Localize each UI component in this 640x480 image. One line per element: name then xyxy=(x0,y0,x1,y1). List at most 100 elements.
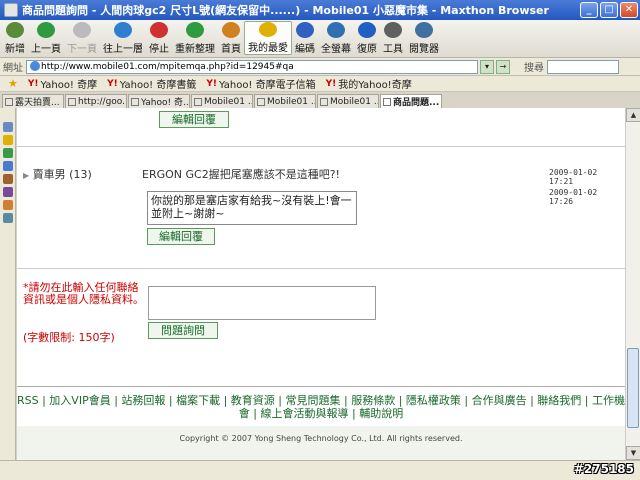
post-question: ERGON GC2握把尾塞應該不是這種吧?! xyxy=(142,168,340,181)
char-limit-text: (字數限制: 150字) xyxy=(23,331,115,344)
reply-text: 你說的那是塞店家有給我~沒有裝上!會一並附上~謝謝~ xyxy=(147,191,357,225)
title-bar: 商品問題詢問 - 人間肉球gc2 尺寸L號(網友保留中......) - Mob… xyxy=(0,0,640,20)
toolbar-button-3[interactable]: 往上一層 xyxy=(100,21,146,55)
scroll-thumb[interactable] xyxy=(627,348,639,428)
post-user: ▶ 賣車男 (13) xyxy=(23,168,92,181)
rss-icon[interactable] xyxy=(2,161,13,171)
close-button[interactable]: ✕ xyxy=(620,2,638,18)
toolbar-button-2[interactable]: 下一頁 xyxy=(64,21,100,55)
favorite-label: 我的Yahoo!奇摩 xyxy=(338,80,412,91)
bullet-icon: ▶ xyxy=(23,171,30,180)
vertical-scrollbar[interactable]: ▲ ▼ xyxy=(625,108,640,460)
browser-tab-3[interactable]: Mobile01 ... xyxy=(191,94,253,108)
question-date: 2009-01-02 17:21 xyxy=(549,168,598,186)
toolbar-button-0[interactable]: 新增 xyxy=(2,21,28,55)
privacy-notice: *請勿在此輸入任何聯絡資訊或是個人隱私資料。 xyxy=(23,281,144,306)
favorite-label: Yahoo! 奇摩電子信箱 xyxy=(219,80,316,91)
tab-icon xyxy=(5,97,13,106)
favorites-icon[interactable] xyxy=(2,135,13,145)
toolbar-button-8[interactable]: 編碼 xyxy=(292,21,318,55)
browser-tab-1[interactable]: http://goo... xyxy=(65,94,127,108)
toolbar-button-1[interactable]: 上一頁 xyxy=(28,21,64,55)
toolbar-icon xyxy=(259,22,277,37)
favorite-link-1[interactable]: Y! Yahoo! 奇摩書籤 xyxy=(107,76,197,92)
toolbar-button-6[interactable]: 首頁 xyxy=(218,21,244,55)
scroll-down-icon[interactable]: ▼ xyxy=(626,446,640,460)
address-input[interactable] xyxy=(26,59,478,74)
toolbar-label: 下一頁 xyxy=(67,44,97,55)
scroll-up-icon[interactable]: ▲ xyxy=(626,108,640,122)
plugins-icon[interactable] xyxy=(2,200,13,210)
divider xyxy=(17,268,625,269)
toolbar-button-12[interactable]: 閱覽器 xyxy=(406,21,442,55)
favorites-bar: ★ Y! Yahoo! 奇摩 Y! Yahoo! 奇摩書籤 Y! Yahoo! 奇摩電子信… xyxy=(0,76,640,92)
dropdown-icon[interactable]: ▾ xyxy=(480,59,494,74)
tab-label: Mobile01 ... xyxy=(330,96,379,107)
toolbar-label: 新增 xyxy=(5,44,25,55)
groups-icon[interactable] xyxy=(2,187,13,197)
maximize-button[interactable]: □ xyxy=(600,2,618,18)
toolbar-button-7[interactable]: 我的最愛 xyxy=(244,21,292,55)
toolbar-button-9[interactable]: 全螢幕 xyxy=(318,21,354,55)
address-bar: 網址 ▾ → 搜尋 xyxy=(0,58,640,76)
toolbar-label: 復原 xyxy=(357,44,377,55)
tab-label: Mobile01 ... xyxy=(267,96,316,107)
edit-reply-button-1[interactable]: 編輯回覆 xyxy=(159,111,229,128)
favorite-link-3[interactable]: Y! 我的Yahoo!奇摩 xyxy=(326,76,412,92)
tools-icon[interactable] xyxy=(2,213,13,223)
favorite-label: Yahoo! 奇摩書籤 xyxy=(119,80,197,91)
ask-question-button[interactable]: 問題詢問 xyxy=(148,322,218,339)
footer-links[interactable]: RSS | 加入VIP會員 | 站務回報 | 檔案下載 | 教育資源 | 常見問… xyxy=(17,394,625,420)
tab-icon xyxy=(383,97,391,106)
favorite-link-0[interactable]: Y! Yahoo! 奇摩 xyxy=(27,76,98,92)
toolbar-button-5[interactable]: 重新整理 xyxy=(172,21,218,55)
browser-tab-5[interactable]: Mobile01 ... xyxy=(317,94,379,108)
tab-label: 商品問題... xyxy=(393,98,440,108)
toolbar-icon xyxy=(6,22,24,38)
divider xyxy=(17,386,625,387)
favorite-label: Yahoo! 奇摩 xyxy=(40,80,98,91)
tab-icon xyxy=(131,97,139,106)
minimize-button[interactable]: _ xyxy=(580,2,598,18)
app-icon xyxy=(4,3,18,17)
go-icon[interactable]: → xyxy=(496,59,510,74)
toolbar-button-11[interactable]: 工具 xyxy=(380,21,406,55)
toolbar-icon xyxy=(296,22,314,38)
tab-icon xyxy=(194,97,202,106)
tab-label: 露天拍賣... xyxy=(15,98,60,108)
toolbar-label: 停止 xyxy=(149,44,169,55)
toolbar-icon xyxy=(358,22,376,38)
question-textarea[interactable] xyxy=(148,286,376,320)
tab-label: http://goo... xyxy=(78,96,127,107)
page-content: 編輯回覆 ▶ 賣車男 (13) ERGON GC2握把尾塞應該不是這種吧?! 2… xyxy=(17,108,625,460)
browser-tab-2[interactable]: Yahoo! 奇... xyxy=(128,94,190,108)
edit-reply-button-2[interactable]: 編輯回覆 xyxy=(147,228,215,245)
star-icon[interactable]: ★ xyxy=(8,77,18,90)
toolbar-icon xyxy=(327,22,345,38)
favorite-link-2[interactable]: Y! Yahoo! 奇摩電子信箱 xyxy=(206,76,316,92)
tab-icon xyxy=(68,97,76,106)
toolbar-label: 閱覽器 xyxy=(409,44,439,55)
yahoo-icon: Y! xyxy=(27,78,39,89)
search-input[interactable] xyxy=(547,59,619,74)
toolbar-icon xyxy=(222,22,240,38)
toolbar-icon xyxy=(415,22,433,38)
notes-icon[interactable] xyxy=(2,174,13,184)
browser-tab-6[interactable]: 商品問題... xyxy=(380,94,442,108)
search-icon[interactable] xyxy=(2,122,13,132)
toolbar-button-4[interactable]: 停止 xyxy=(146,21,172,55)
browser-tab-0[interactable]: 露天拍賣... xyxy=(2,94,64,108)
browser-tab-4[interactable]: Mobile01 ... xyxy=(254,94,316,108)
toolbar-button-10[interactable]: 復原 xyxy=(354,21,380,55)
status-bar xyxy=(0,460,640,480)
yahoo-icon: Y! xyxy=(107,78,118,89)
history-icon[interactable] xyxy=(2,148,13,158)
toolbar-label: 工具 xyxy=(383,44,403,55)
toolbar-icon xyxy=(37,22,55,38)
yahoo-icon: Y! xyxy=(206,78,217,89)
reply-date: 2009-01-02 17:26 xyxy=(549,188,598,206)
tab-bar: 露天拍賣... http://goo... Yahoo! 奇... Mobile01 … xyxy=(0,92,640,108)
toolbar-label: 上一頁 xyxy=(31,44,61,55)
toolbar-icon xyxy=(186,22,204,38)
toolbar-label: 編碼 xyxy=(295,44,315,55)
